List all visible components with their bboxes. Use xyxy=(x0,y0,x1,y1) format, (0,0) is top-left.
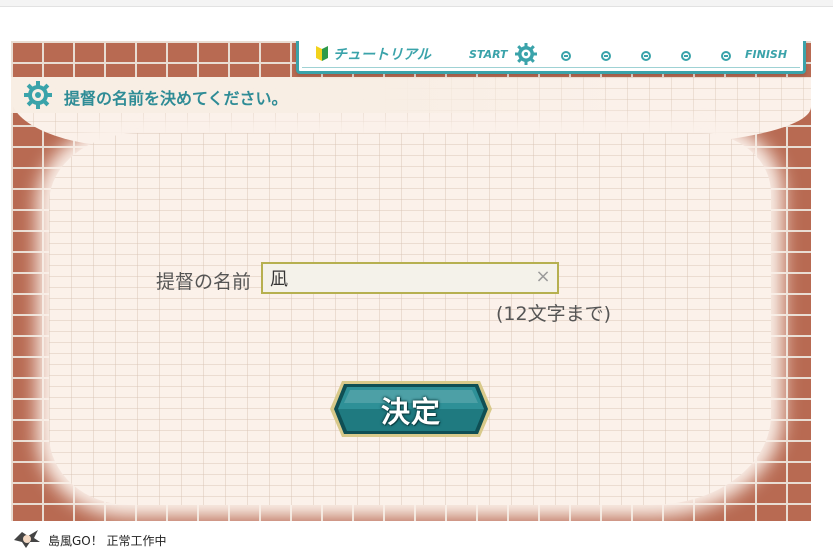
status-text: 島風GO！ 正常工作中 xyxy=(48,534,167,548)
tutorial-step-dot xyxy=(681,51,691,61)
tutorial-step-dot xyxy=(601,51,611,61)
tutorial-label: チュートリアル xyxy=(333,47,431,63)
character-limit-note: (12文字まで) xyxy=(496,303,612,325)
tutorial-step-dot xyxy=(561,51,571,61)
wall-center-area xyxy=(49,133,771,505)
browser-top-strip xyxy=(0,0,833,7)
instruction-text: 提督の名前を決めてください。 xyxy=(64,89,288,108)
admiral-name-label: 提督の名前 xyxy=(156,271,252,293)
tutorial-step-dot xyxy=(721,51,731,61)
current-step-gear-icon xyxy=(514,42,538,70)
instruction-bar: 提督の名前を決めてください。 xyxy=(11,77,631,113)
gear-icon xyxy=(23,80,53,114)
status-bar: 島風GO！ 正常工作中 xyxy=(0,525,833,550)
decide-button[interactable]: 決定 xyxy=(328,379,494,439)
tutorial-step-dot xyxy=(641,51,651,61)
clear-icon[interactable]: × xyxy=(533,267,553,287)
admiral-name-field: × xyxy=(261,262,559,294)
game-frame: 提督の名前を決めてください。 チュートリアル START FINISH 提督の名… xyxy=(11,41,811,521)
tutorial-progress-panel: チュートリアル START FINISH xyxy=(296,41,806,74)
avatar xyxy=(12,528,42,554)
tutorial-start-label: START xyxy=(469,48,508,61)
panel-inner-line xyxy=(302,67,800,68)
admiral-name-input[interactable] xyxy=(263,264,523,292)
beginner-leaf-icon xyxy=(315,44,329,66)
tutorial-finish-label: FINISH xyxy=(745,48,788,61)
